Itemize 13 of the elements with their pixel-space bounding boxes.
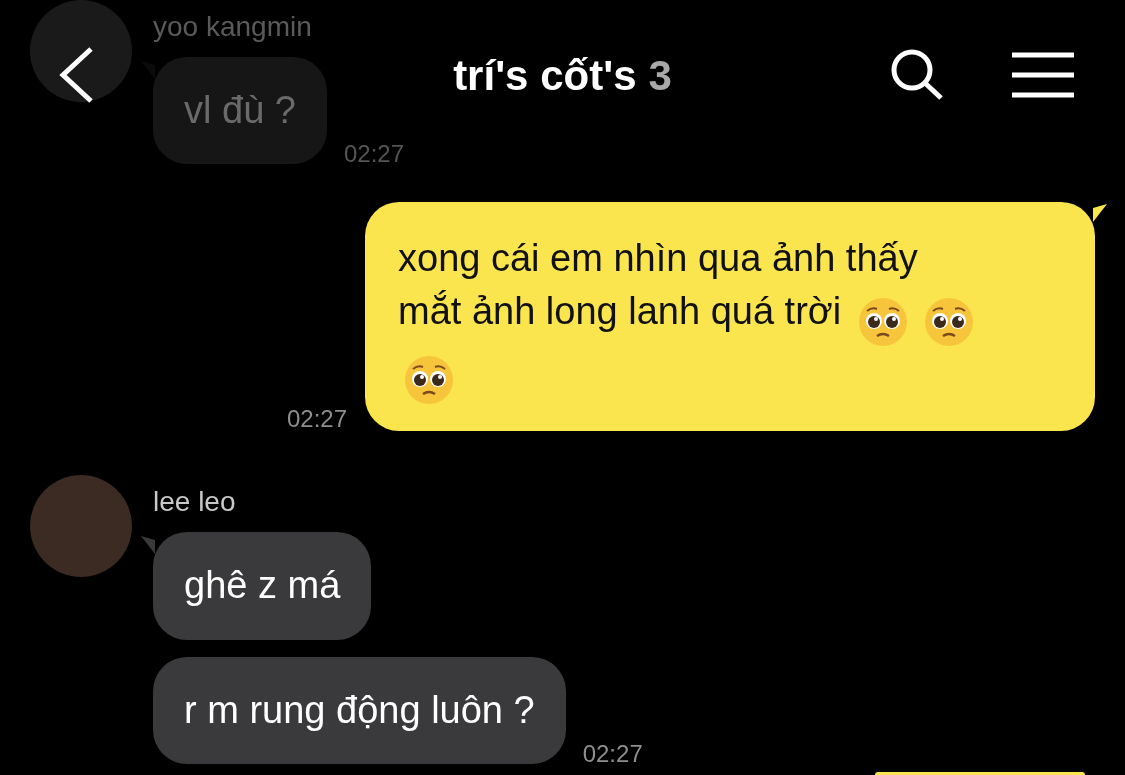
back-button[interactable] [58, 46, 94, 104]
member-count: 3 [648, 51, 672, 99]
search-icon[interactable] [890, 49, 944, 101]
bubble-tail [1093, 204, 1107, 223]
menu-icon[interactable] [1012, 52, 1074, 98]
message-time: 02:27 [582, 742, 643, 767]
sender-name: yoo kangmin [153, 10, 313, 44]
sender-name: lee leo [153, 485, 237, 520]
message-bubble: r m rung động luôn ? [153, 656, 566, 765]
message-time: 02:27 [343, 142, 405, 167]
chat-title: trí's cốt's [453, 51, 637, 99]
message-time: 02:27 [286, 407, 347, 432]
bubble-tail [141, 536, 155, 555]
